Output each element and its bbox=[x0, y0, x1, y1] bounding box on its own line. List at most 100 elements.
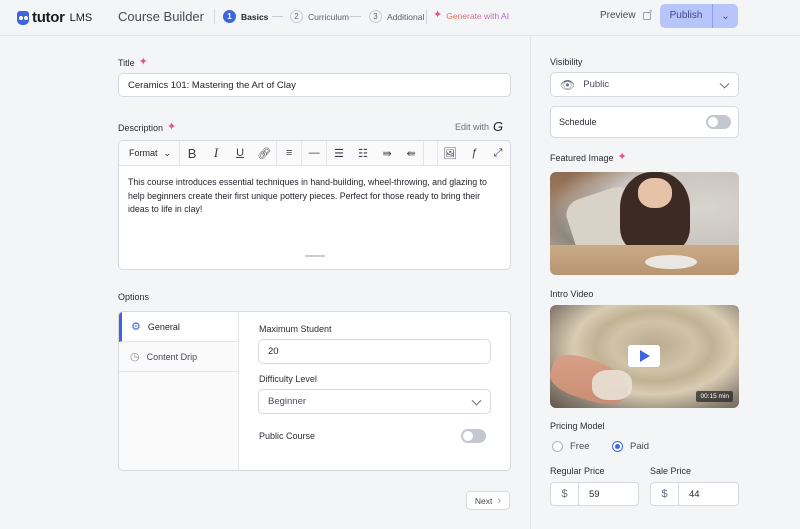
publish-button[interactable]: Publish bbox=[660, 4, 713, 28]
generate-with-ai-button[interactable]: ✦ Generate with AI bbox=[433, 10, 509, 21]
image-icon[interactable]: 🖼︎ bbox=[438, 147, 462, 160]
description-label-row: Description ✦ bbox=[118, 122, 176, 133]
visibility-label-text: Visibility bbox=[550, 57, 583, 67]
editor-brand-icon: G bbox=[493, 119, 504, 134]
fullscreen-icon[interactable]: ⤢ bbox=[486, 147, 510, 160]
text-style-group: B I U 🔗︎ bbox=[180, 141, 278, 165]
indent-icon[interactable]: ⇛ bbox=[375, 147, 399, 160]
currency-symbol: $ bbox=[651, 483, 679, 505]
featured-image-label: Featured Image bbox=[550, 152, 614, 163]
generate-ai-label: Generate with AI bbox=[446, 10, 510, 21]
settings-sidebar: Visibility 👁︎ Public Schedule Featured I… bbox=[530, 37, 800, 529]
step-additional[interactable]: 3 Additional bbox=[369, 10, 424, 23]
sale-price-input[interactable]: $ 44 bbox=[650, 482, 739, 506]
step-curriculum[interactable]: 2 Curriculum bbox=[290, 10, 349, 23]
max-student-label-text: Maximum Student bbox=[259, 324, 332, 334]
ai-sparkle-icon[interactable]: ✦ bbox=[139, 57, 148, 68]
currency-symbol: $ bbox=[551, 483, 579, 505]
image-plate bbox=[645, 255, 697, 269]
underline-icon[interactable]: U bbox=[228, 147, 252, 159]
chevron-down-icon: ⌄ bbox=[163, 147, 172, 158]
title-label: Title bbox=[118, 57, 135, 68]
ai-sparkle-icon[interactable]: ✦ bbox=[618, 152, 627, 163]
chevron-right-icon: › bbox=[497, 494, 502, 507]
tab-content-drip[interactable]: ◷ Content Drip bbox=[119, 342, 238, 372]
image-face bbox=[638, 178, 672, 208]
sparkle-icon: ✦ bbox=[433, 9, 443, 21]
difficulty-select[interactable]: Beginner bbox=[258, 389, 491, 414]
tutor-logo[interactable]: tutor LMS bbox=[17, 9, 92, 26]
public-course-label: Public Course bbox=[259, 431, 315, 441]
outdent-icon[interactable]: ⇚ bbox=[399, 147, 423, 160]
radio-free-label: Free bbox=[570, 441, 590, 452]
visibility-label: Visibility bbox=[550, 57, 582, 67]
visibility-value: Public bbox=[583, 79, 610, 90]
description-text[interactable]: This course introduces essential techniq… bbox=[119, 166, 510, 227]
insert-group: 🖼︎ ƒ ⤢ bbox=[438, 141, 510, 165]
formula-icon[interactable]: ƒ bbox=[462, 147, 486, 159]
intro-video[interactable]: 00:15 min bbox=[550, 305, 739, 408]
options-heading: Options bbox=[118, 292, 150, 302]
intro-video-label-text: Intro Video bbox=[550, 289, 594, 299]
max-student-input[interactable]: 20 bbox=[258, 339, 491, 364]
ai-sparkle-icon[interactable]: ✦ bbox=[167, 122, 176, 133]
preview-label: Preview bbox=[600, 10, 636, 21]
tab-label: General bbox=[147, 321, 180, 332]
owl-logo-icon bbox=[17, 10, 29, 25]
step-basics[interactable]: 1 Basics bbox=[223, 10, 268, 23]
link-icon[interactable]: 🔗︎ bbox=[252, 147, 276, 160]
bold-icon[interactable]: B bbox=[180, 146, 204, 161]
logo-text: tutor bbox=[32, 9, 65, 26]
options-nav: ⚙ General ◷ Content Drip bbox=[119, 312, 239, 470]
chevron-down-icon bbox=[471, 395, 482, 406]
page-title: Course Builder bbox=[118, 9, 204, 24]
pricing-model-label-text: Pricing Model bbox=[550, 421, 605, 431]
edit-with-button[interactable]: Edit with G bbox=[455, 119, 503, 134]
spacer bbox=[424, 141, 438, 165]
top-header: tutor LMS Course Builder 1 Basics 2 Curr… bbox=[0, 0, 800, 36]
max-student-value: 20 bbox=[268, 346, 279, 357]
horizontal-rule-icon[interactable]: — bbox=[302, 147, 326, 159]
video-clay bbox=[592, 370, 632, 400]
regular-price-label-text: Regular Price bbox=[550, 466, 605, 476]
step-connector bbox=[272, 16, 283, 17]
pricing-free-radio[interactable]: Free bbox=[552, 441, 590, 452]
regular-price-input[interactable]: $ 59 bbox=[550, 482, 639, 506]
preview-button[interactable]: Preview bbox=[600, 8, 653, 22]
align-left-icon[interactable]: ≡ bbox=[277, 147, 301, 159]
format-dropdown[interactable]: Format ⌄ bbox=[119, 148, 179, 159]
tab-general[interactable]: ⚙ General bbox=[119, 312, 238, 342]
numbered-list-icon[interactable]: ☷ bbox=[351, 147, 375, 160]
featured-image-label-row: Featured Image ✦ bbox=[550, 152, 627, 163]
sale-price-label-text: Sale Price bbox=[650, 466, 692, 476]
public-course-toggle[interactable] bbox=[461, 429, 486, 443]
visibility-select[interactable]: 👁︎ Public bbox=[550, 72, 739, 97]
editor-toolbar: Format ⌄ B I U 🔗︎ ≡ — ☰ ☷ ⇛ ⇚ 🖼︎ ƒ ⤢ bbox=[119, 141, 510, 166]
play-button[interactable] bbox=[628, 345, 660, 367]
schedule-toggle[interactable] bbox=[706, 115, 731, 129]
difficulty-value: Beginner bbox=[268, 396, 307, 407]
radio-paid[interactable] bbox=[612, 441, 623, 452]
title-input[interactable]: Ceramics 101: Mastering the Art of Clay bbox=[118, 73, 511, 97]
italic-icon[interactable]: I bbox=[204, 145, 228, 161]
pricing-model-label: Pricing Model bbox=[550, 421, 605, 431]
schedule-label: Schedule bbox=[559, 117, 597, 127]
list-group: ☰ ☷ ⇛ ⇚ bbox=[327, 141, 425, 165]
play-icon bbox=[640, 350, 650, 362]
radio-free[interactable] bbox=[552, 441, 563, 452]
format-group: Format ⌄ bbox=[119, 141, 181, 165]
public-course-label-text: Public Course bbox=[259, 431, 316, 441]
title-label-row: Title ✦ bbox=[118, 57, 148, 68]
pricing-paid-radio[interactable]: Paid bbox=[612, 441, 649, 452]
next-button[interactable]: Next › bbox=[466, 491, 510, 510]
radio-paid-label: Paid bbox=[630, 441, 650, 452]
tab-label: Content Drip bbox=[146, 351, 198, 362]
clock-icon: ◷ bbox=[130, 351, 140, 363]
sale-price-value: 44 bbox=[689, 488, 700, 500]
resize-handle[interactable] bbox=[305, 255, 325, 257]
featured-image[interactable] bbox=[550, 172, 739, 275]
publish-dropdown-chevron-icon[interactable]: ⌄ bbox=[713, 11, 738, 22]
bullet-list-icon[interactable]: ☰ bbox=[327, 147, 351, 160]
title-value: Ceramics 101: Mastering the Art of Clay bbox=[128, 79, 296, 91]
regular-price-label: Regular Price bbox=[550, 466, 605, 476]
